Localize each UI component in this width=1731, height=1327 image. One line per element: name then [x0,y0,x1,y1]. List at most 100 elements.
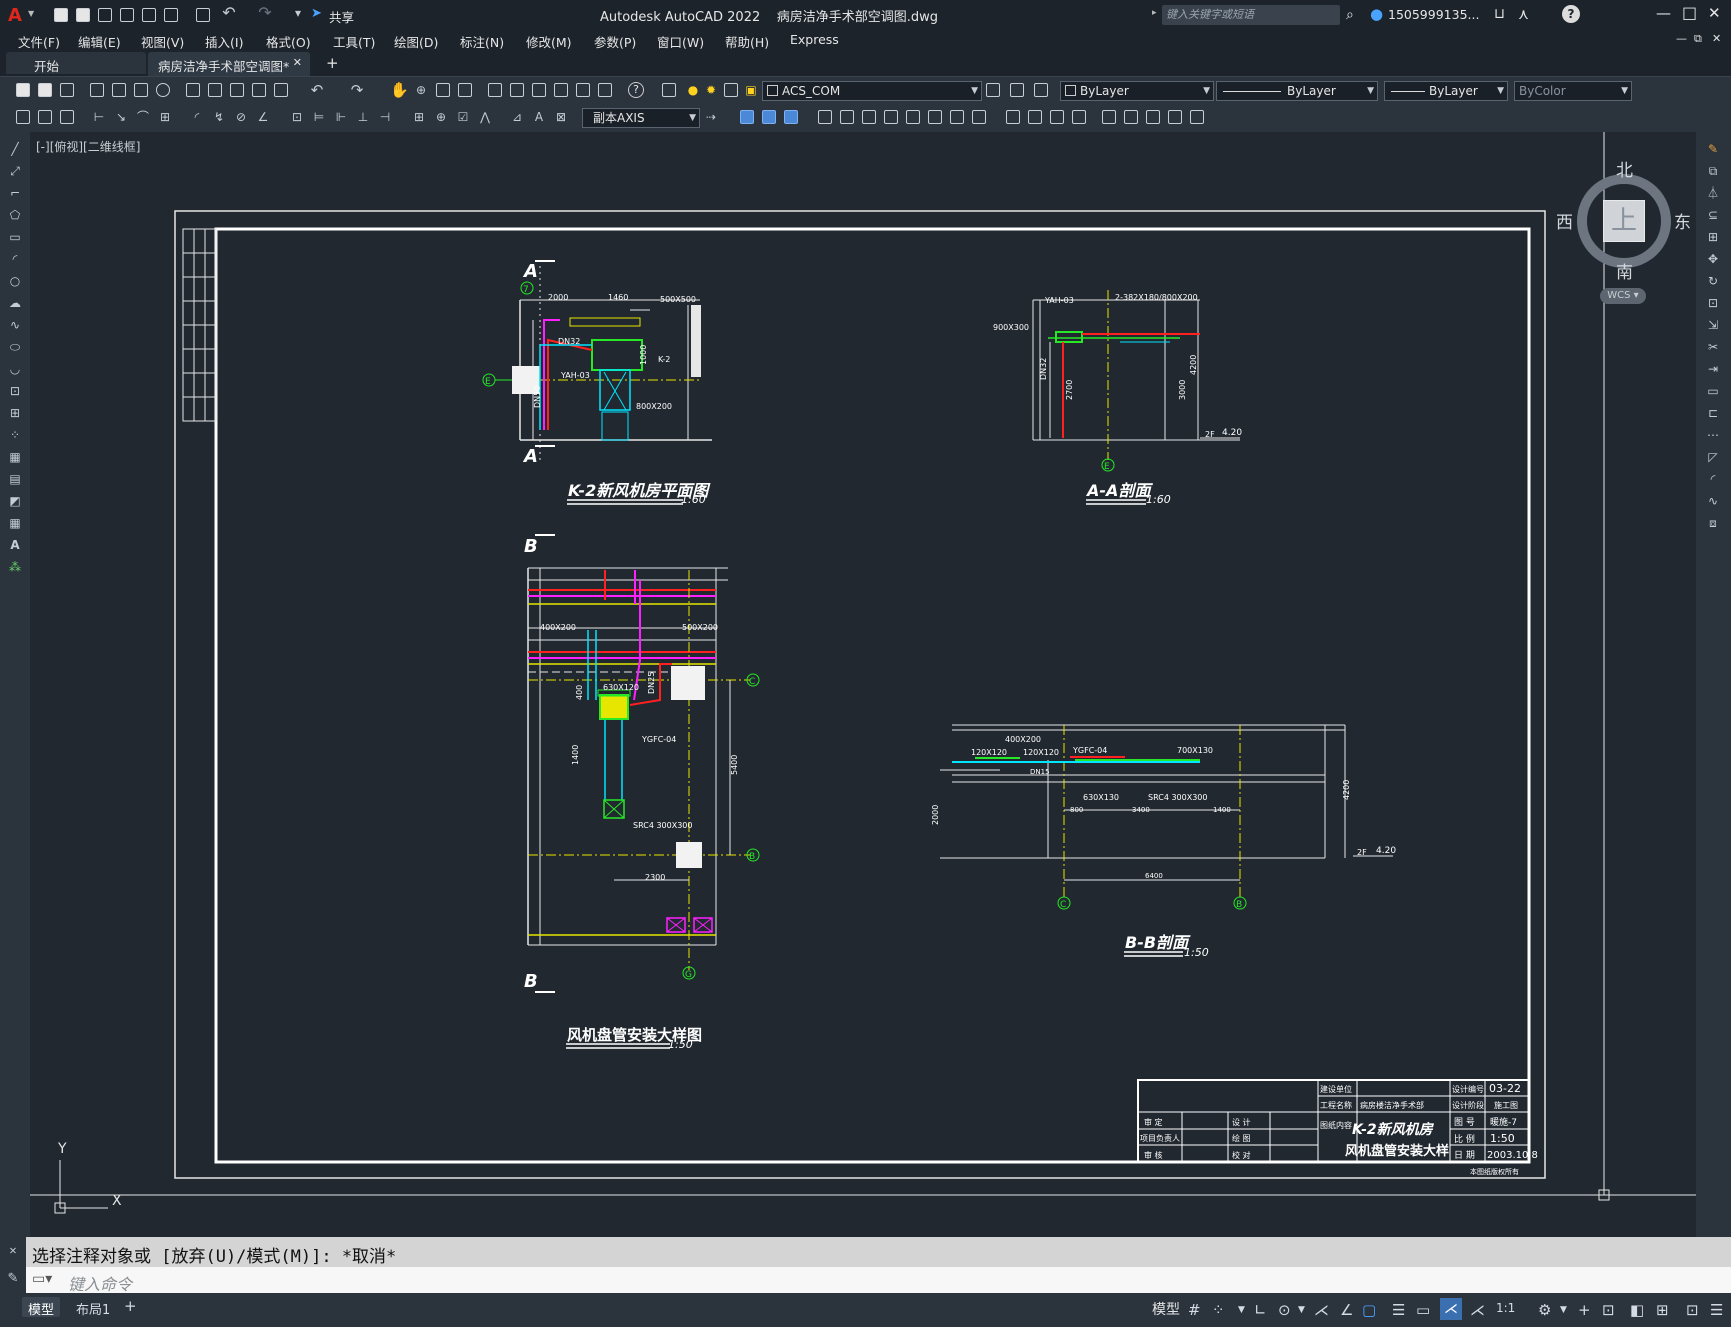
customize-icon[interactable]: ☰ [1710,1301,1723,1319]
minimize-button[interactable]: — [1656,4,1671,22]
view-c-icon[interactable] [784,110,798,124]
tool-a-icon[interactable] [16,110,30,124]
user-icon[interactable]: ● [1370,5,1383,23]
layer-state-icon[interactable] [1034,83,1048,97]
polygon-icon[interactable]: ⬠ [8,208,22,222]
workspace-menu-icon[interactable]: ▼ [1560,1301,1567,1319]
table-icon[interactable]: ▦ [8,516,22,530]
snap-icon[interactable]: ⁘ [1212,1301,1225,1319]
dim-space-icon[interactable]: ⊥ [356,110,370,124]
quick-properties-icon[interactable]: ◧ [1630,1301,1644,1319]
mesh-b-icon[interactable] [1124,110,1138,124]
publish-icon[interactable] [134,83,148,97]
cut-icon[interactable] [186,83,200,97]
ucs-a-icon[interactable] [818,110,832,124]
open-icon[interactable] [76,8,90,22]
ortho-icon[interactable]: ∟ [1254,1301,1267,1319]
pan-icon[interactable]: ✋ [390,83,409,98]
dim-continue-icon[interactable]: ⊩ [334,110,348,124]
compass-south[interactable]: 南 [1616,258,1633,283]
viewcube[interactable]: 上 北 南 西 东 WCS ▾ [1554,154,1694,304]
mesh-e-icon[interactable] [1190,110,1204,124]
ucs-c-icon[interactable] [862,110,876,124]
compass-north[interactable]: 北 [1616,156,1633,181]
layout-tab-layout1[interactable]: 布局1 [70,1297,116,1318]
dim-style-icon[interactable]: ⇢ [704,110,718,124]
tab-close-icon[interactable]: ✕ [293,56,302,69]
close-button[interactable]: ✕ [1708,4,1721,22]
command-close-icon[interactable]: ✕ [0,1237,26,1267]
dim-diameter-icon[interactable]: ⊘ [234,110,248,124]
jog-line-icon[interactable]: ⋀ [478,110,492,124]
doc-close-icon[interactable]: ✕ [1712,32,1721,45]
share-button[interactable]: 共享 [329,7,354,26]
search-expand-icon[interactable]: ▸ [1152,8,1157,18]
mesh-d-icon[interactable] [1168,110,1182,124]
block-editor-icon[interactable] [274,83,288,97]
menu-dimension[interactable]: 标注(N) [460,32,504,51]
region-icon[interactable]: ◩ [8,494,22,508]
customize-wrench-icon[interactable]: ✎ [0,1267,26,1293]
tool-c-icon[interactable] [60,110,74,124]
add-selected-icon[interactable]: ⁂ [8,560,22,574]
ellipse-icon[interactable]: ⬭ [8,340,22,354]
drawing-canvas[interactable]: [-][俯视][二维线框] A A 7 E 2000 1460 500X500 … [30,132,1696,1237]
menu-help[interactable]: 帮助(H) [725,32,769,51]
calculator-icon[interactable] [598,83,612,97]
break-point-icon[interactable]: ▭ [1706,384,1720,398]
zoom-window-icon[interactable] [436,83,450,97]
revcloud-icon[interactable]: ☁ [8,296,22,310]
user-name[interactable]: 1505999135... [1388,7,1479,22]
qprint-icon[interactable] [90,83,104,97]
view-a-icon[interactable] [740,110,754,124]
compass-east[interactable]: 东 [1674,208,1691,233]
mesh-c-icon[interactable] [1146,110,1160,124]
ucs-h-icon[interactable] [972,110,986,124]
move-icon[interactable]: ✥ [1706,252,1720,266]
point-icon[interactable]: ⁘ [8,428,22,442]
hardware-accel-icon[interactable]: ⊡ [1686,1301,1699,1319]
qsave-icon[interactable] [60,83,74,97]
array-icon[interactable]: ⊞ [1706,230,1720,244]
annotation-scale[interactable]: 1:1 [1496,1301,1515,1315]
dim-linear-icon[interactable]: ⊢ [92,110,106,124]
redo-icon[interactable]: ↷ [258,5,272,21]
menu-insert[interactable]: 插入(I) [205,32,243,51]
autocad-logo-icon[interactable]: A [8,5,22,26]
solid-a-icon[interactable] [1006,110,1020,124]
dim-arc-icon[interactable]: ⌒ [136,110,150,124]
command-input[interactable]: 键入命令 [68,1271,132,1295]
lineweight-icon[interactable]: ☰ [1392,1301,1405,1319]
properties-icon[interactable] [488,83,502,97]
menu-parametric[interactable]: 参数(P) [594,32,636,51]
compass-west[interactable]: 西 [1556,208,1573,233]
dim-update-icon[interactable]: ⊠ [554,110,568,124]
join-icon[interactable]: ⋯ [1706,428,1720,442]
search-input[interactable]: 键入关键字或短语 [1162,5,1340,25]
ucs-f-icon[interactable] [928,110,942,124]
hatch-icon[interactable]: ▦ [8,450,22,464]
blend-icon[interactable]: ∿ [1706,494,1720,508]
save-web-icon[interactable] [164,8,178,22]
layout-tab-model[interactable]: 模型 [22,1297,61,1318]
layer-vp-icon[interactable] [724,83,738,97]
cart-icon[interactable]: ⊔ [1494,6,1505,22]
tab-drawing[interactable]: 病房洁净手术部空调图* ✕ [148,52,310,76]
viewcube-face-top[interactable]: 上 [1603,200,1645,242]
sheet-set-icon[interactable] [554,83,568,97]
trim-icon[interactable]: ✂ [1706,340,1720,354]
tool-palettes-icon[interactable] [532,83,546,97]
preview-icon[interactable] [112,83,126,97]
layer-previous-icon[interactable] [1010,83,1024,97]
solid-d-icon[interactable] [1072,110,1086,124]
ucs-d-icon[interactable] [884,110,898,124]
auto-scale-icon[interactable]: ⋌ [1470,1301,1485,1319]
tb-redo-icon[interactable]: ↷ [350,83,364,98]
matchprop-icon[interactable] [252,83,266,97]
undo-icon[interactable]: ↶ [222,5,236,21]
layer-dropdown[interactable]: ACS_COM ▼ [762,81,982,101]
zoom-realtime-icon[interactable]: ⊕ [414,83,428,97]
linetype-dropdown[interactable]: ByLayer ▼ [1216,81,1378,101]
new-tab-icon[interactable]: + [326,54,339,72]
explode-icon[interactable]: ⧈ [1706,516,1720,530]
